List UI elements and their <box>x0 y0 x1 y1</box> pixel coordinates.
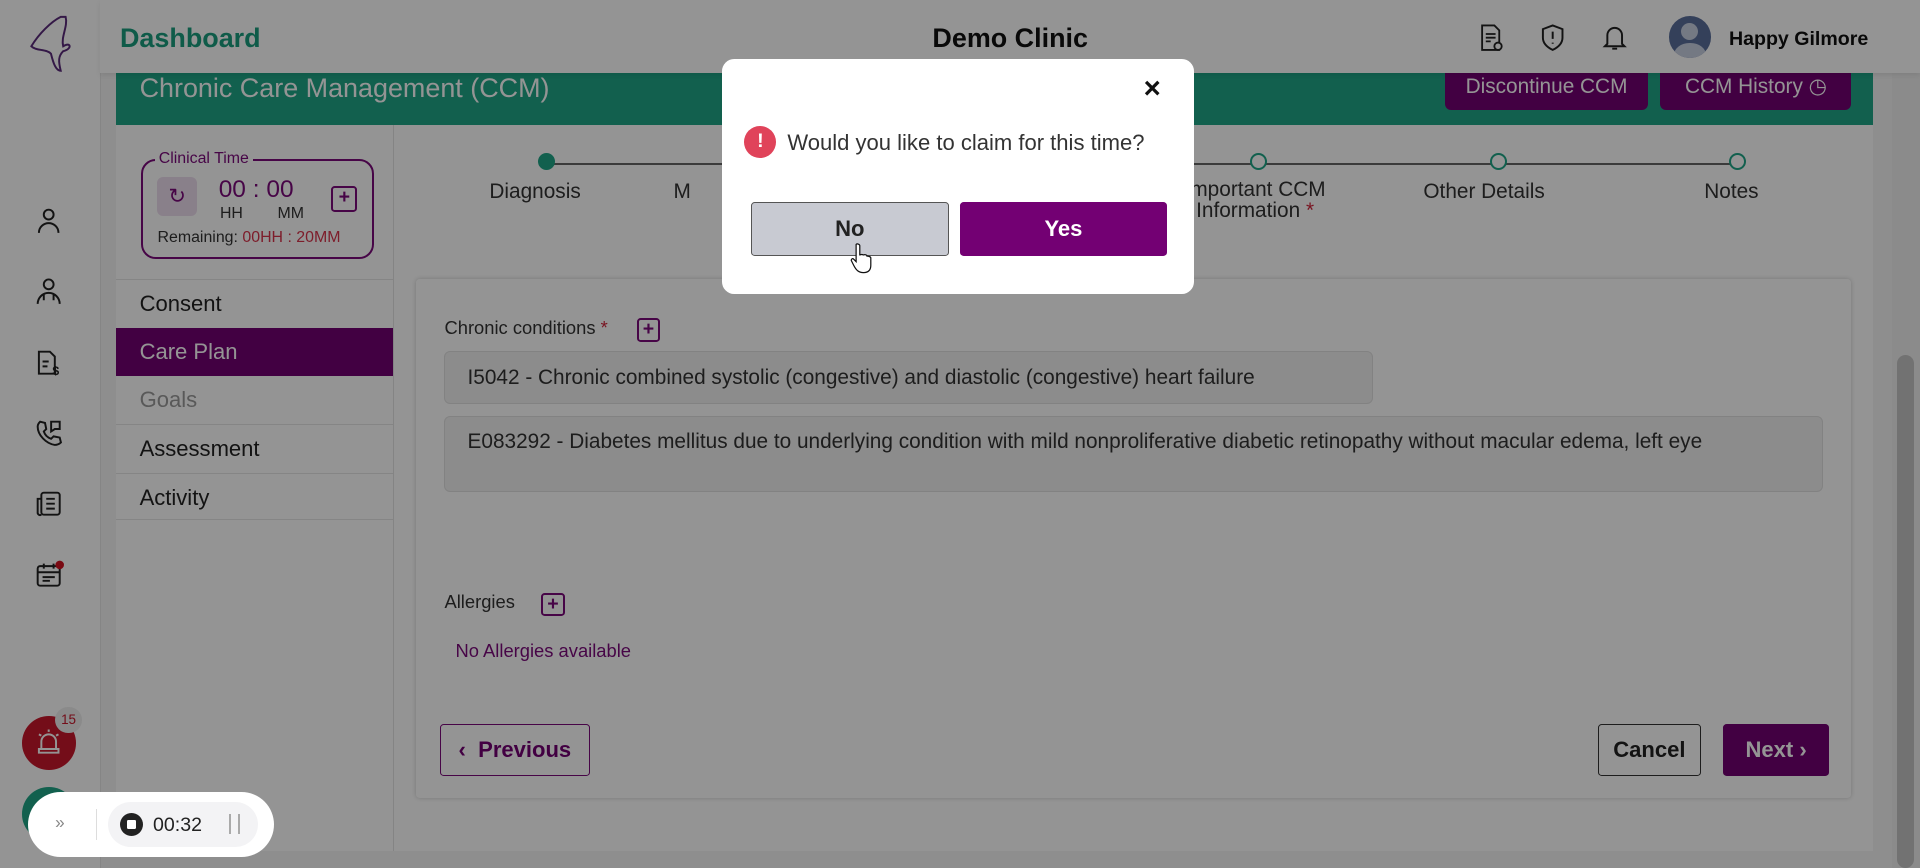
recorder-time: 00:32 <box>153 814 203 837</box>
yes-button[interactable]: Yes <box>959 202 1167 256</box>
stop-icon[interactable] <box>119 813 144 837</box>
warning-icon: ! <box>744 126 777 158</box>
expand-icon[interactable]: » <box>55 812 65 833</box>
dialog-question: Would you like to claim for this time? <box>787 129 1145 155</box>
recorder-bar: » 00:32 <box>28 792 275 858</box>
hand-cursor-icon <box>850 243 872 274</box>
divider <box>95 809 97 840</box>
pause-icon[interactable] <box>228 814 240 834</box>
close-icon[interactable]: × <box>1144 72 1161 106</box>
claim-dialog: × ! Would you like to claim for this tim… <box>722 58 1194 294</box>
recorder-controls: 00:32 <box>107 802 259 848</box>
